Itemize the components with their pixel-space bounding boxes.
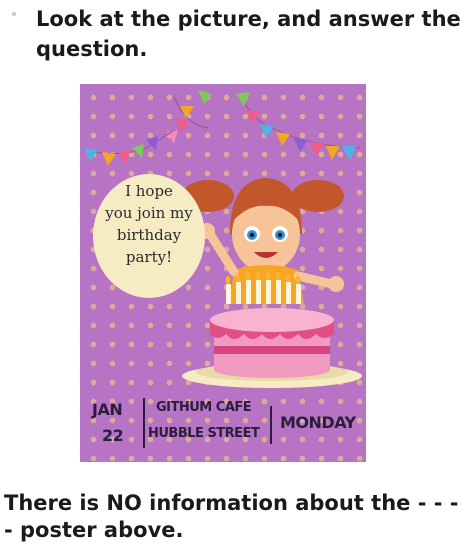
bubble-line: party! bbox=[125, 248, 173, 266]
question-text: Look at the picture, and answer the ques… bbox=[36, 7, 461, 61]
info-divider bbox=[270, 406, 272, 444]
bubble-line: I hope bbox=[125, 182, 173, 200]
bunting-icon bbox=[236, 92, 361, 160]
event-info: JAN 22 GITHUM CAFE HUBBLE STREET MONDAY bbox=[80, 396, 366, 456]
cake-icon bbox=[182, 308, 362, 388]
girl-illustration bbox=[182, 178, 344, 304]
event-venue-line1: GITHUM CAFE bbox=[156, 400, 252, 415]
event-day: 22 bbox=[102, 426, 124, 445]
bubble-line: you join my bbox=[105, 204, 193, 222]
event-venue-line2: HUBBLE STREET bbox=[148, 426, 260, 441]
bunting-icon bbox=[83, 90, 212, 166]
speech-bubble-text: I hope you join my birthday party! bbox=[93, 180, 205, 268]
bubble-line: birthday bbox=[116, 226, 182, 244]
birthday-poster: I hope you join my birthday party! JAN 2… bbox=[80, 84, 366, 462]
bullet-mark bbox=[12, 12, 16, 16]
event-month: JAN bbox=[92, 400, 123, 419]
statement-text: There is NO information about the - - - … bbox=[4, 491, 459, 542]
event-weekday: MONDAY bbox=[280, 413, 356, 432]
info-divider bbox=[143, 398, 145, 448]
